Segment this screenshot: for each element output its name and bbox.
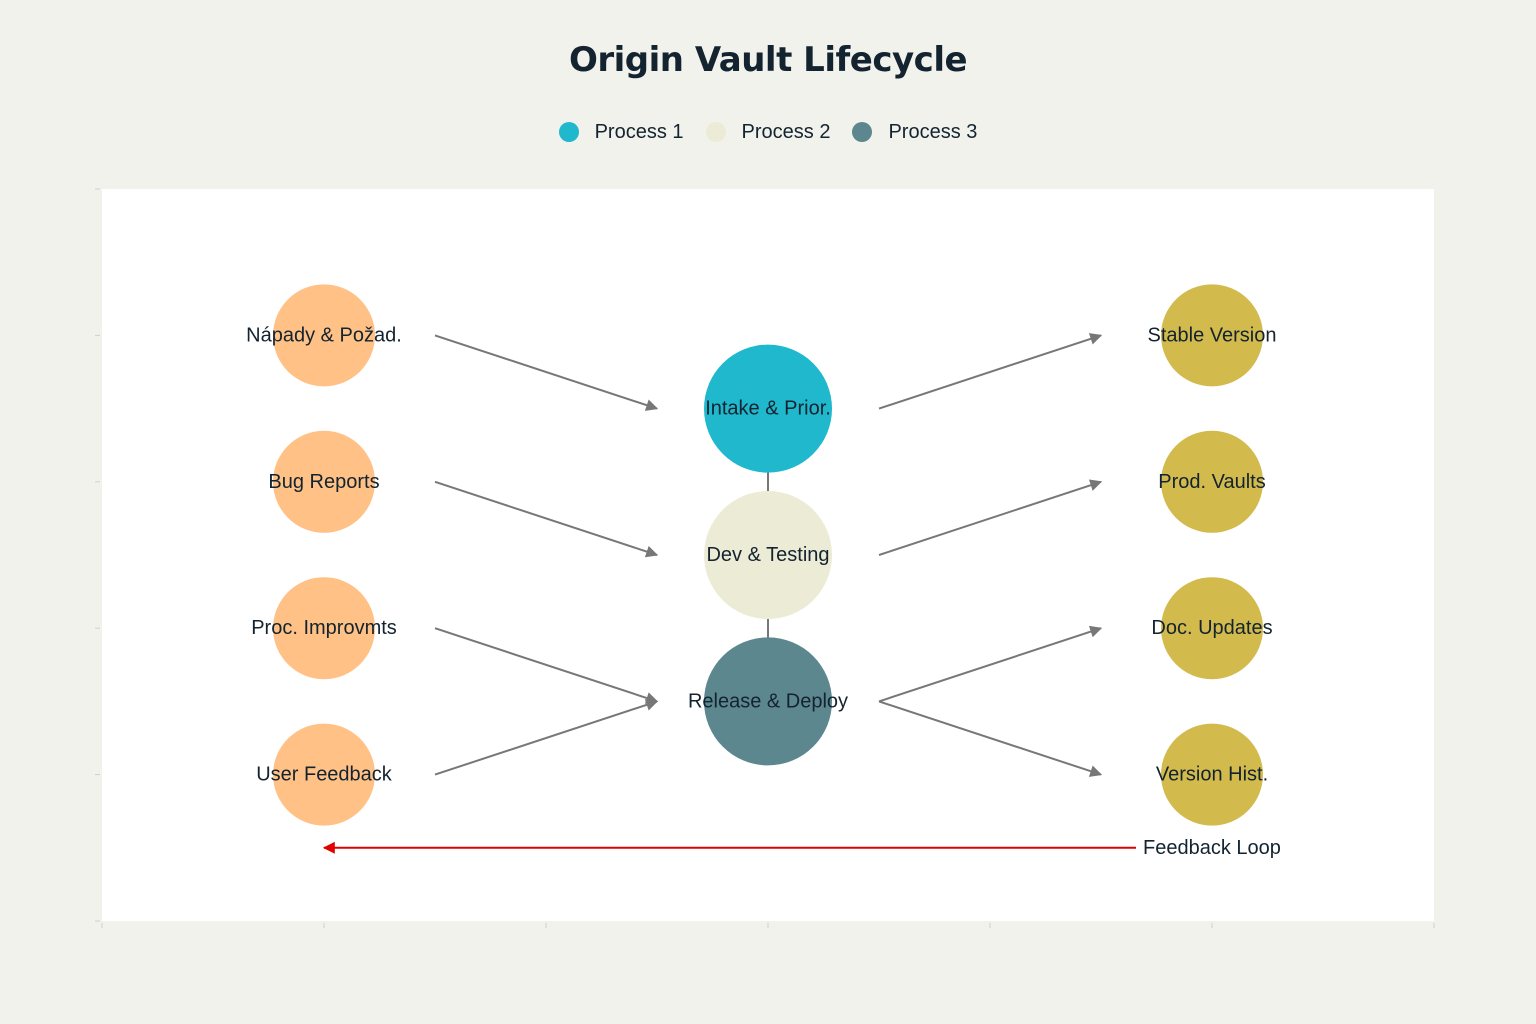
node-label-proc-improvmts: Proc. Improvmts <box>251 617 397 639</box>
node-label-dev-testing: Dev & Testing <box>706 544 829 566</box>
node-label-n-pady-po-ad: Nápady & Požad. <box>246 324 402 346</box>
node-label-prod-vaults: Prod. Vaults <box>1158 471 1265 493</box>
diagram-plot: Nápady & Požad. Bug Reports Proc. Improvmt… <box>95 188 1435 928</box>
node-label-version-hist: Version Hist. <box>1156 764 1268 786</box>
node-label-intake-prior: Intake & Prior. <box>705 398 831 420</box>
node-label-user-feedback: User Feedback <box>256 764 393 786</box>
node-label-doc-updates: Doc. Updates <box>1151 617 1272 639</box>
node-label-stable-version: Stable Version <box>1148 324 1277 346</box>
node-label-bug-reports: Bug Reports <box>268 471 379 493</box>
feedback-loop-label: Feedback Loop <box>1143 837 1281 859</box>
node-label-release-deploy: Release & Deploy <box>688 690 848 712</box>
